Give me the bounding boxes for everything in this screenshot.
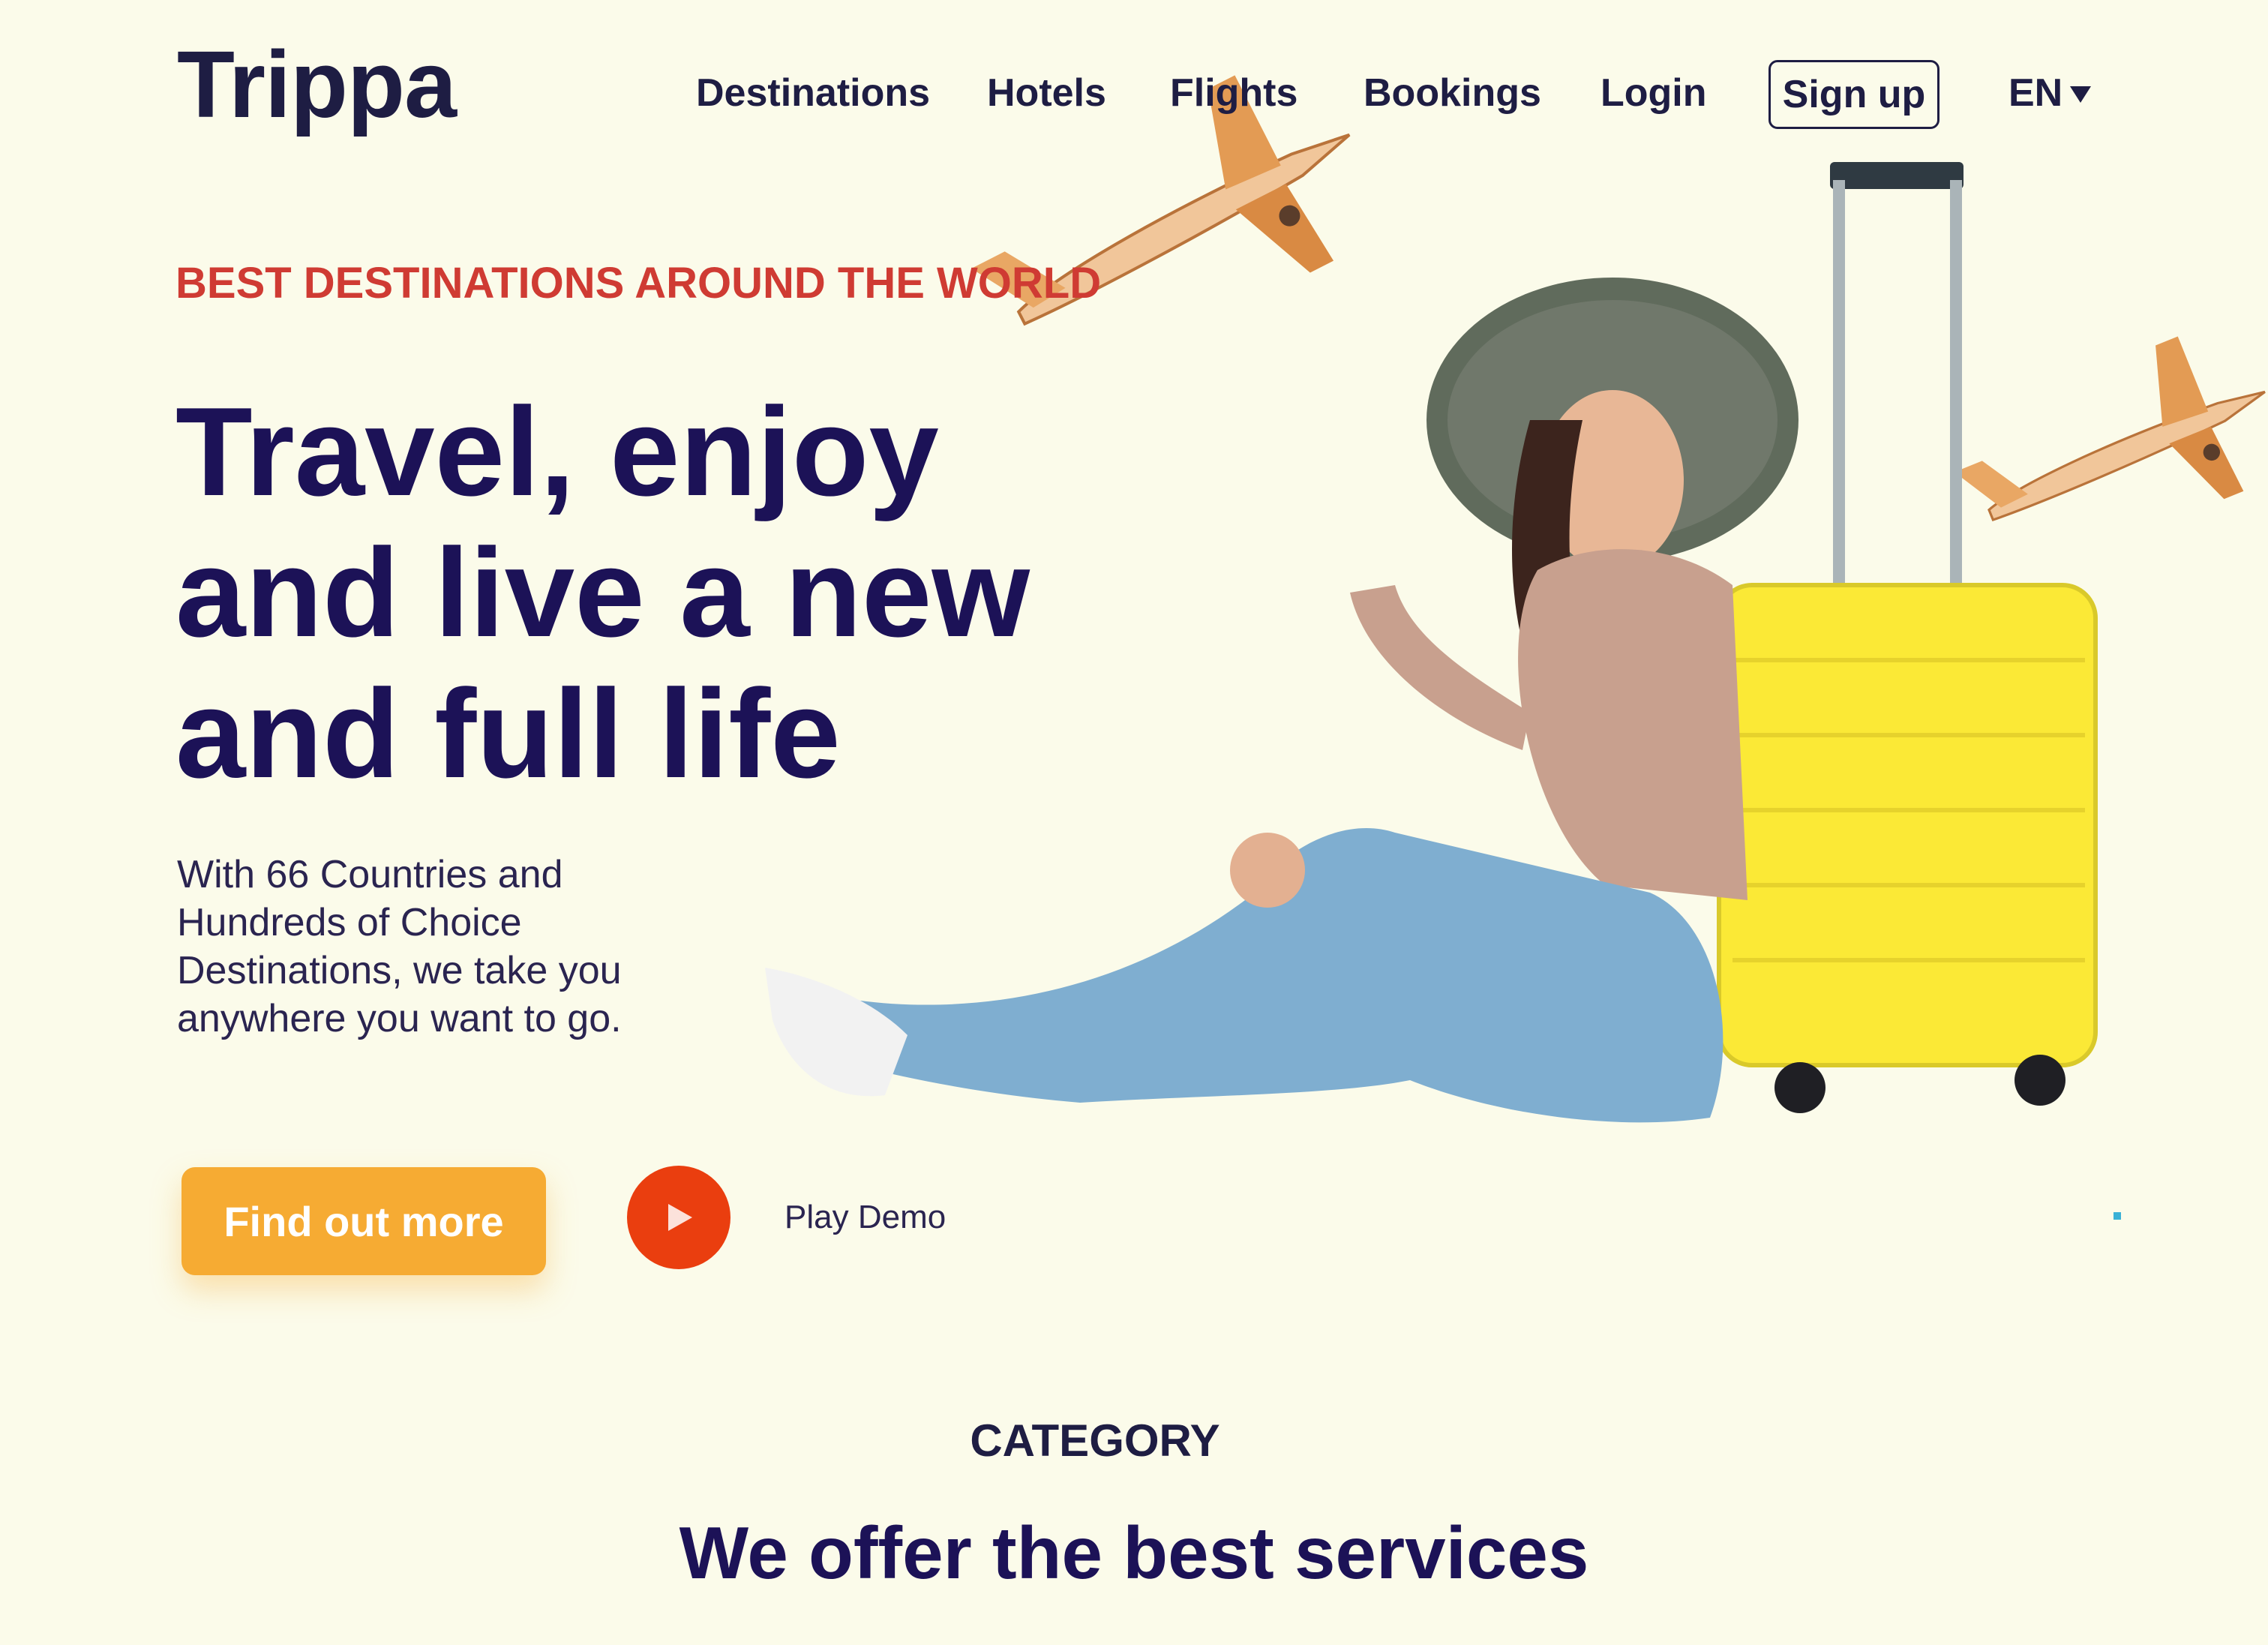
headline-line-1: Travel, enjoy <box>176 381 939 522</box>
airplane-right <box>1954 336 2266 522</box>
nav-hotels[interactable]: Hotels <box>987 71 1106 116</box>
headline-line-3: and full life <box>176 663 841 804</box>
top-nav: Destinations Hotels Flights Bookings Log… <box>0 60 2268 132</box>
caret-down-icon <box>2070 86 2092 103</box>
nav-destinations[interactable]: Destinations <box>696 71 930 116</box>
decorative-dot <box>2114 1212 2121 1220</box>
play-icon <box>668 1204 692 1231</box>
hero-subcopy: With 66 Countries and Hundreds of Choice… <box>177 853 622 1040</box>
play-demo-label[interactable]: Play Demo <box>784 1199 946 1236</box>
signup-button[interactable]: Sign up <box>1768 60 1940 129</box>
language-selector[interactable]: EN <box>2008 71 2092 116</box>
hero-illustration <box>765 75 2266 1123</box>
nav-flights[interactable]: Flights <box>1170 71 1298 116</box>
hero-eyebrow: BEST DESTINATIONS AROUND THE WORLD <box>176 259 1102 308</box>
nav-bookings[interactable]: Bookings <box>1364 71 1541 116</box>
services-title: We offer the best services <box>679 1511 1589 1594</box>
suitcase <box>1717 162 2098 1113</box>
language-label: EN <box>2008 71 2063 115</box>
signup-label: Sign up <box>1782 73 1926 116</box>
find-out-more-button[interactable]: Find out more <box>182 1167 546 1275</box>
headline-line-2: and live a new <box>176 522 1030 663</box>
play-demo-button[interactable] <box>627 1166 730 1269</box>
hero-headline: Travel, enjoy and live a new and full li… <box>176 381 1076 804</box>
category-eyebrow: CATEGORY <box>970 1415 1220 1466</box>
nav-login[interactable]: Login <box>1600 71 1707 116</box>
